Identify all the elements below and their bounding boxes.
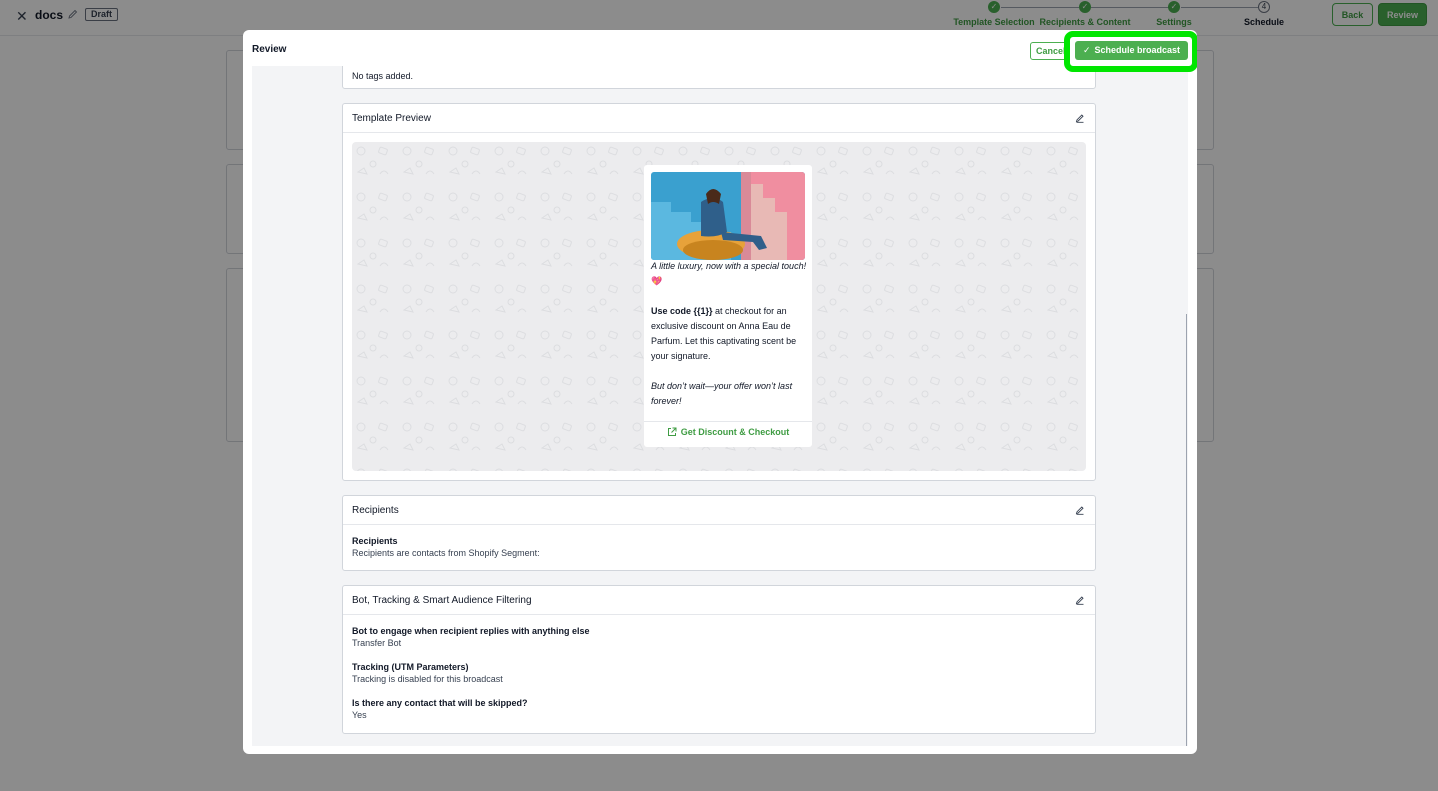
- cancel-button[interactable]: Cancel: [1030, 42, 1068, 60]
- message-line-3: But don’t wait—your offer won’t last for…: [651, 381, 793, 406]
- review-modal: Review No tags added. Template Preview A…: [243, 30, 1197, 754]
- modal-body: No tags added. Template Preview A little…: [252, 66, 1188, 746]
- field-label: Bot to engage when recipient replies wit…: [352, 626, 590, 636]
- section-header: Template Preview: [343, 104, 1095, 133]
- tracking-field: Tracking (UTM Parameters) Tracking is di…: [352, 662, 503, 684]
- heart-emoji: 💖: [651, 276, 663, 286]
- template-preview-section: Template Preview A little luxury, now wi…: [342, 103, 1096, 481]
- edit-icon[interactable]: [1075, 113, 1085, 123]
- recipients-section: Recipients Recipients Recipients are con…: [342, 495, 1096, 571]
- edit-icon[interactable]: [1075, 595, 1085, 605]
- schedule-broadcast-button[interactable]: ✓ Schedule broadcast: [1075, 41, 1188, 60]
- discount-code: Use code {{1}}: [651, 306, 713, 316]
- recipients-label: Recipients: [352, 536, 398, 546]
- bot-field: Bot to engage when recipient replies wit…: [352, 626, 590, 648]
- field-label: Is there any contact that will be skippe…: [352, 698, 528, 708]
- divider: [644, 421, 812, 422]
- cta-label: Get Discount & Checkout: [680, 427, 790, 437]
- section-title: Template Preview: [352, 113, 431, 124]
- section-title: Recipients: [352, 505, 399, 516]
- edit-icon[interactable]: [1075, 505, 1085, 515]
- field-label: Tracking (UTM Parameters): [352, 662, 469, 672]
- section-header: Recipients: [343, 496, 1095, 525]
- modal-title: Review: [252, 44, 287, 55]
- chat-preview-background: A little luxury, now with a special touc…: [352, 142, 1086, 471]
- field-value: Yes: [352, 710, 367, 720]
- tags-section: No tags added.: [342, 66, 1096, 89]
- section-title: Bot, Tracking & Smart Audience Filtering: [352, 595, 532, 606]
- message-line-1: A little luxury, now with a special touc…: [651, 261, 807, 271]
- field-value: Tracking is disabled for this broadcast: [352, 674, 503, 684]
- skip-field: Is there any contact that will be skippe…: [352, 698, 528, 720]
- message-bubble: A little luxury, now with a special touc…: [644, 165, 812, 447]
- field-value: Transfer Bot: [352, 638, 402, 648]
- cta-button[interactable]: Get Discount & Checkout: [644, 427, 812, 437]
- check-icon: ✓: [1082, 45, 1091, 55]
- recipients-value: Recipients are contacts from Shopify Seg…: [352, 548, 540, 558]
- bot-tracking-section: Bot, Tracking & Smart Audience Filtering…: [342, 585, 1096, 734]
- promo-image: [651, 172, 805, 260]
- message-line-2: Use code {{1}} at checkout for an exclus…: [651, 304, 807, 364]
- section-header: Bot, Tracking & Smart Audience Filtering: [343, 586, 1095, 615]
- scrollbar[interactable]: [1186, 314, 1187, 746]
- external-link-icon: [667, 427, 677, 436]
- schedule-broadcast-label: Schedule broadcast: [1094, 45, 1181, 55]
- tags-value: No tags added.: [352, 71, 414, 81]
